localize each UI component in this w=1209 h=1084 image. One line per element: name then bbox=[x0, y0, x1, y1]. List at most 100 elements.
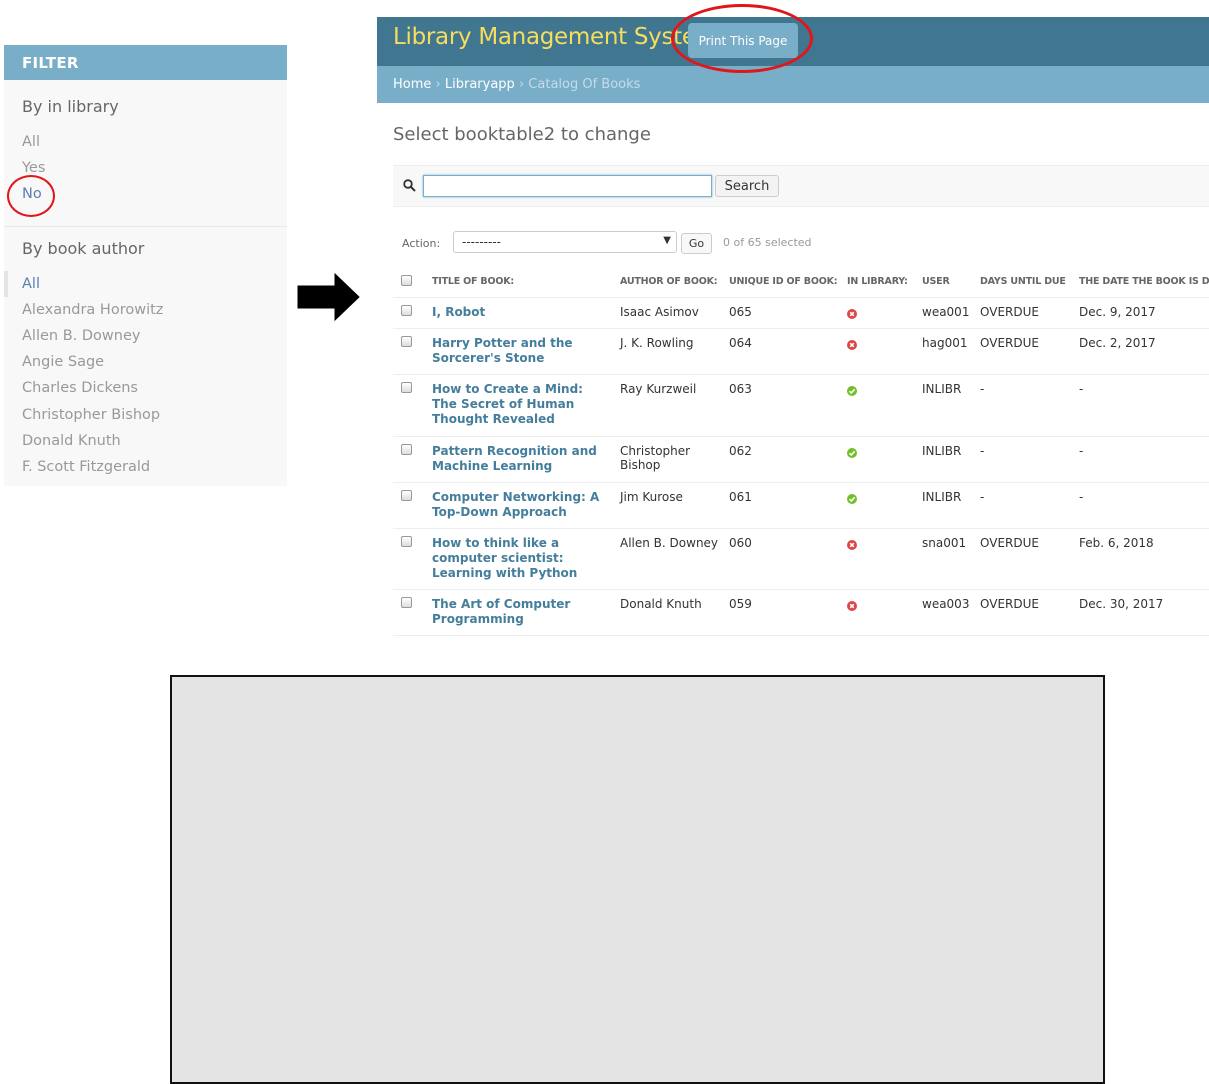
cross-icon bbox=[847, 340, 857, 350]
user-cell: hag001 bbox=[914, 328, 972, 375]
user-cell: INLIBR bbox=[914, 374, 972, 437]
column-header-title[interactable]: TITLE OF BOOK: bbox=[424, 266, 612, 298]
in-library-cell bbox=[839, 482, 914, 529]
check-icon bbox=[847, 494, 857, 504]
user-cell: INLIBR bbox=[914, 436, 972, 483]
table-header-row: TITLE OF BOOK: AUTHOR OF BOOK: UNIQUE ID… bbox=[393, 266, 1209, 298]
filter-author-all[interactable]: All bbox=[22, 276, 40, 292]
cross-icon bbox=[847, 540, 857, 550]
book-author-cell: Ray Kurzweil bbox=[612, 374, 721, 437]
due-date-cell: - bbox=[1071, 482, 1209, 529]
column-header-user[interactable]: USER bbox=[914, 266, 972, 298]
select-all-checkbox[interactable] bbox=[401, 274, 412, 286]
breadcrumb-app[interactable]: Libraryapp bbox=[445, 77, 515, 92]
book-id-cell: 059 bbox=[721, 589, 839, 636]
book-id-cell: 064 bbox=[721, 328, 839, 375]
days-until-due-cell: OVERDUE bbox=[972, 328, 1071, 375]
column-header-id[interactable]: UNIQUE ID OF BOOK: bbox=[721, 266, 839, 298]
row-select-cell bbox=[393, 374, 424, 437]
due-date-cell: Dec. 9, 2017 bbox=[1071, 297, 1209, 329]
column-header-due-date[interactable]: THE DATE THE BOOK IS DUE bbox=[1071, 266, 1209, 298]
row-select-cell bbox=[393, 436, 424, 483]
page-title: Select booktable2 to change bbox=[393, 124, 651, 145]
action-select[interactable]: --------- ▼ bbox=[453, 231, 677, 253]
site-title[interactable]: Library Management System bbox=[393, 24, 718, 50]
filter-author-item[interactable]: F. Scott Fitzgerald bbox=[22, 459, 150, 475]
filter-author-item[interactable]: Alexandra Horowitz bbox=[22, 302, 163, 318]
book-author-cell: Jim Kurose bbox=[612, 482, 721, 529]
row-checkbox[interactable] bbox=[401, 490, 412, 501]
row-checkbox[interactable] bbox=[401, 382, 412, 393]
chevron-down-icon: ▼ bbox=[663, 235, 671, 246]
book-title-cell: How to think like a computer scientist: … bbox=[424, 528, 612, 590]
search-button[interactable]: Search bbox=[715, 175, 779, 197]
book-id-cell: 063 bbox=[721, 374, 839, 437]
row-checkbox[interactable] bbox=[401, 597, 412, 608]
filter-in-library-all[interactable]: All bbox=[22, 134, 40, 150]
filter-header: FILTER bbox=[4, 45, 287, 80]
book-title-link[interactable]: How to think like a computer scientist: … bbox=[432, 536, 577, 580]
user-cell: wea003 bbox=[914, 589, 972, 636]
due-date-cell: - bbox=[1071, 374, 1209, 437]
book-title-link[interactable]: How to Create a Mind: The Secret of Huma… bbox=[432, 382, 583, 426]
row-checkbox[interactable] bbox=[401, 336, 412, 347]
book-title-cell: I, Robot bbox=[424, 297, 612, 329]
selected-count: 0 of 65 selected bbox=[723, 236, 812, 249]
book-id-cell: 065 bbox=[721, 297, 839, 329]
filter-author-item[interactable]: Allen B. Downey bbox=[22, 328, 140, 344]
row-checkbox[interactable] bbox=[401, 305, 412, 316]
search-toolbar: Search bbox=[393, 165, 1209, 207]
filter-in-library-title: By in library bbox=[22, 97, 119, 116]
book-title-link[interactable]: Computer Networking: A Top-Down Approach bbox=[432, 490, 599, 519]
row-checkbox[interactable] bbox=[401, 536, 412, 547]
user-cell: INLIBR bbox=[914, 482, 972, 529]
table-row: How to Create a Mind: The Secret of Huma… bbox=[393, 374, 1209, 437]
cross-icon bbox=[847, 601, 857, 611]
search-input[interactable] bbox=[423, 175, 712, 197]
right-arrow-icon bbox=[297, 273, 360, 321]
blank-box bbox=[170, 675, 1105, 1084]
highlight-circle-print bbox=[671, 4, 813, 73]
row-checkbox[interactable] bbox=[401, 444, 412, 455]
book-title-cell: Computer Networking: A Top-Down Approach bbox=[424, 482, 612, 529]
row-select-cell bbox=[393, 589, 424, 636]
in-library-cell bbox=[839, 297, 914, 329]
row-select-cell bbox=[393, 528, 424, 590]
breadcrumb-separator: › bbox=[518, 77, 525, 92]
table-row: How to think like a computer scientist: … bbox=[393, 528, 1209, 590]
book-id-cell: 061 bbox=[721, 482, 839, 529]
filter-in-library-yes[interactable]: Yes bbox=[22, 160, 45, 176]
days-until-due-cell: OVERDUE bbox=[972, 297, 1071, 329]
filter-author-item[interactable]: Charles Dickens bbox=[22, 380, 138, 396]
books-table: TITLE OF BOOK: AUTHOR OF BOOK: UNIQUE ID… bbox=[393, 266, 1209, 636]
book-id-cell: 060 bbox=[721, 528, 839, 590]
book-title-cell: Pattern Recognition and Machine Learning bbox=[424, 436, 612, 483]
go-button[interactable]: Go bbox=[681, 233, 712, 254]
filter-divider bbox=[4, 226, 287, 227]
book-author-cell: Isaac Asimov bbox=[612, 297, 721, 329]
book-title-link[interactable]: Harry Potter and the Sorcerer's Stone bbox=[432, 336, 573, 365]
in-library-cell bbox=[839, 528, 914, 590]
in-library-cell bbox=[839, 589, 914, 636]
breadcrumb-home[interactable]: Home bbox=[393, 77, 431, 92]
filter-author-title: By book author bbox=[22, 239, 145, 258]
column-header-in-library[interactable]: IN LIBRARY: bbox=[839, 266, 914, 298]
due-date-cell: - bbox=[1071, 436, 1209, 483]
book-title-cell: The Art of Computer Programming bbox=[424, 589, 612, 636]
book-title-link[interactable]: Pattern Recognition and Machine Learning bbox=[432, 444, 597, 473]
filter-author-item[interactable]: Donald Knuth bbox=[22, 433, 121, 449]
search-icon bbox=[403, 179, 416, 192]
filter-author-item[interactable]: Angie Sage bbox=[22, 354, 104, 370]
days-until-due-cell: - bbox=[972, 482, 1071, 529]
breadcrumb: Home › Libraryapp › Catalog Of Books bbox=[377, 66, 1209, 103]
filter-author-item[interactable]: Christopher Bishop bbox=[22, 407, 160, 423]
in-library-cell bbox=[839, 436, 914, 483]
column-header-days-until-due[interactable]: DAYS UNTIL DUE bbox=[972, 266, 1071, 298]
book-title-link[interactable]: I, Robot bbox=[432, 305, 485, 319]
user-cell: sna001 bbox=[914, 528, 972, 590]
days-until-due-cell: - bbox=[972, 374, 1071, 437]
row-select-cell bbox=[393, 328, 424, 375]
book-title-link[interactable]: The Art of Computer Programming bbox=[432, 597, 570, 626]
days-until-due-cell: OVERDUE bbox=[972, 589, 1071, 636]
column-header-author[interactable]: AUTHOR OF BOOK: bbox=[612, 266, 721, 298]
